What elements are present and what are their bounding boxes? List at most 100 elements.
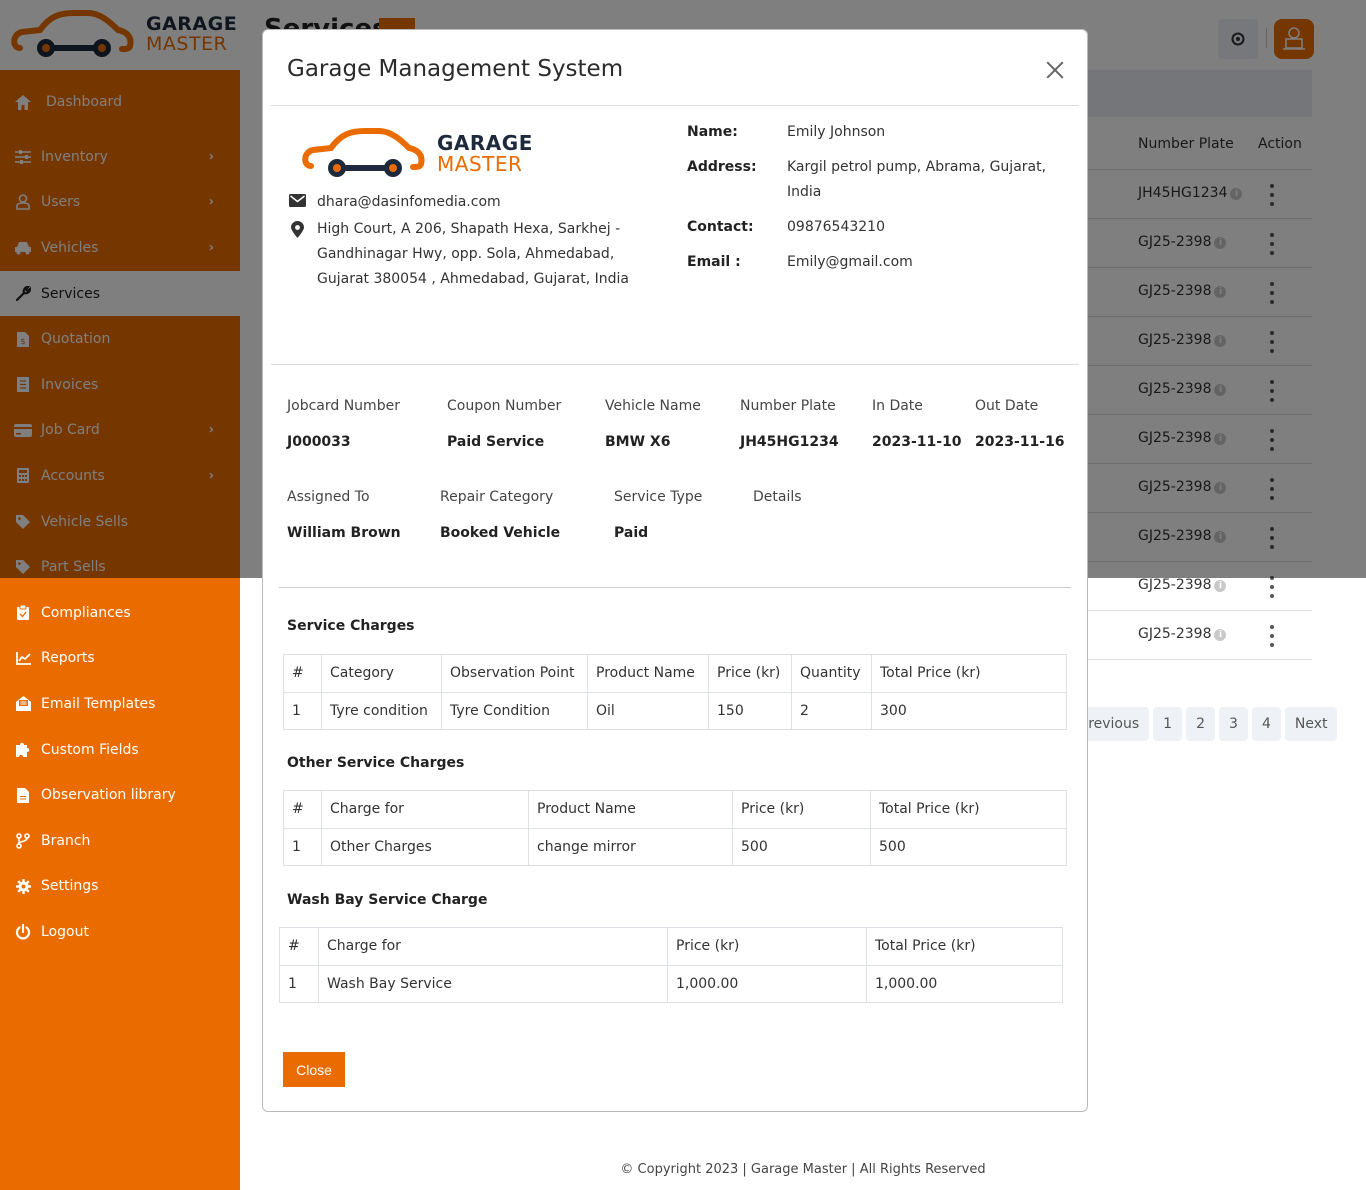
sidebar-item-quotation[interactable]: $ Quotation xyxy=(0,316,240,362)
company-email: dhara@dasinfomedia.com xyxy=(317,194,501,210)
user-avatar[interactable] xyxy=(1274,19,1314,59)
customer-address-row: Address: Kargil petrol pump, Abrama, Guj… xyxy=(687,155,1067,205)
info-icon[interactable]: i xyxy=(1230,188,1243,200)
info-icon[interactable]: i xyxy=(1214,384,1227,396)
info-icon[interactable]: i xyxy=(1214,335,1227,347)
sidebar-item-vehicle-sells[interactable]: Vehicle Sells xyxy=(0,499,240,545)
sidebar-item-label: Email Templates xyxy=(41,695,156,712)
row-actions-button[interactable] xyxy=(1267,380,1277,402)
row-actions-button[interactable] xyxy=(1267,429,1277,451)
receipt-icon xyxy=(14,376,32,394)
wash-bay-title: Wash Bay Service Charge xyxy=(287,892,488,908)
file-icon xyxy=(14,786,32,804)
app-logo[interactable]: GARAGE MASTER xyxy=(0,0,240,70)
row-actions-button[interactable] xyxy=(1267,625,1277,647)
company-address-row: High Court, A 206, Shapath Hexa, Sarkhej… xyxy=(287,217,657,292)
sidebar-item-accounts[interactable]: Accounts › xyxy=(0,453,240,499)
other-charges-title: Other Service Charges xyxy=(287,755,465,771)
sidebar-nav: Dashboard Inventory › Users › Vehicles ›… xyxy=(0,70,240,955)
pagination-next[interactable]: Next xyxy=(1284,707,1338,741)
info-icon[interactable]: i xyxy=(1214,286,1227,298)
info-icon[interactable]: i xyxy=(1214,629,1227,641)
map-marker-icon xyxy=(287,217,307,292)
divider xyxy=(279,587,1071,588)
info-icon[interactable]: i xyxy=(1214,580,1227,592)
sidebar-item-dashboard[interactable]: Dashboard xyxy=(0,70,240,134)
sidebar-item-label: Branch xyxy=(41,832,91,849)
svg-text:$: $ xyxy=(21,337,26,346)
sidebar-item-inventory[interactable]: Inventory › xyxy=(0,134,240,180)
number-plate: GJ25-2398 i xyxy=(1138,381,1227,397)
pagination: Previous 1 2 3 4 Next xyxy=(1070,707,1338,741)
customer-contact: 09876543210 xyxy=(787,219,885,235)
row-actions-button[interactable] xyxy=(1267,331,1277,353)
number-plate: GJ25-2398 i xyxy=(1138,479,1227,495)
row-actions-button[interactable] xyxy=(1267,527,1277,549)
pagination-page-4[interactable]: 4 xyxy=(1251,707,1281,741)
table-row: 1 Wash Bay Service 1,000.00 1,000.00 xyxy=(279,964,1063,1003)
customer-email-label: Email : xyxy=(687,254,741,270)
info-icon[interactable]: i xyxy=(1214,433,1227,445)
info-icon[interactable]: i xyxy=(1214,482,1227,494)
customer-email: Emily@gmail.com xyxy=(787,254,913,270)
gear-icon xyxy=(1231,32,1245,46)
field-number-plate: Number Plate JH45HG1234 xyxy=(740,398,839,450)
pagination-page-3[interactable]: 3 xyxy=(1219,707,1248,741)
field-assigned-to: Assigned To William Brown xyxy=(287,489,401,541)
tag-icon xyxy=(14,513,32,531)
row-actions-button[interactable] xyxy=(1267,282,1277,304)
sidebar-item-part-sells[interactable]: Part Sells xyxy=(0,544,240,590)
sidebar-item-vehicles[interactable]: Vehicles › xyxy=(0,225,240,271)
pagination-page-1[interactable]: 1 xyxy=(1153,707,1183,741)
close-button[interactable]: Close xyxy=(283,1052,345,1087)
field-vehicle-name: Vehicle Name BMW X6 xyxy=(605,398,701,450)
logo-line1: GARAGE xyxy=(146,13,238,36)
close-icon[interactable] xyxy=(1045,60,1065,80)
sidebar-item-settings[interactable]: Settings xyxy=(0,864,240,910)
field-in-date: In Date 2023-11-10 xyxy=(872,398,962,450)
customer-info: Name: Emily Johnson Address: Kargil petr… xyxy=(687,120,1067,285)
sidebar-item-custom-fields[interactable]: Custom Fields xyxy=(0,727,240,773)
sidebar-item-label: Services xyxy=(41,285,101,302)
sidebar-item-observation-library[interactable]: Observation library xyxy=(0,772,240,818)
customer-name: Emily Johnson xyxy=(787,124,886,140)
sidebar-item-label: Reports xyxy=(41,650,95,667)
sidebar-item-reports[interactable]: Reports xyxy=(0,636,240,682)
sidebar-item-label: Invoices xyxy=(41,376,99,393)
sidebar-item-compliances[interactable]: Compliances xyxy=(0,590,240,636)
sidebar-item-label: Vehicle Sells xyxy=(41,513,129,530)
pagination-page-2[interactable]: 2 xyxy=(1186,707,1216,741)
row-actions-button[interactable] xyxy=(1267,576,1277,598)
customer-address-label: Address: xyxy=(687,159,757,175)
envelope-open-icon xyxy=(14,695,32,713)
logo-line2: MASTER xyxy=(437,152,523,176)
table-row: 1 Other Charges change mirror 500 500 xyxy=(283,827,1067,866)
row-actions-button[interactable] xyxy=(1267,233,1277,255)
info-icon[interactable]: i xyxy=(1214,531,1227,543)
chevron-right-icon: › xyxy=(208,194,214,210)
sidebar-item-email-templates[interactable]: Email Templates xyxy=(0,681,240,727)
gear-icon xyxy=(14,877,32,895)
customer-contact-label: Contact: xyxy=(687,219,754,235)
sidebar-item-label: Users xyxy=(41,194,81,211)
field-coupon-number: Coupon Number Paid Service xyxy=(447,398,562,450)
field-service-type: Service Type Paid xyxy=(614,489,703,541)
company-info: GARAGE MASTER dhara@dasinfomedia.com Hig… xyxy=(287,126,657,292)
row-actions-button[interactable] xyxy=(1267,184,1277,206)
sidebar-item-logout[interactable]: Logout xyxy=(0,909,240,955)
sidebar-item-services[interactable]: Services xyxy=(0,270,240,317)
logo-line2: MASTER xyxy=(146,33,228,55)
header-divider xyxy=(1266,28,1267,48)
table-row: 1 Tyre condition Tyre Condition Oil 150 … xyxy=(283,691,1067,730)
sidebar-item-branch[interactable]: Branch xyxy=(0,818,240,864)
chevron-right-icon: › xyxy=(208,240,214,256)
row-actions-button[interactable] xyxy=(1267,478,1277,500)
car-wrench-logo-icon xyxy=(11,10,134,57)
table-header-row: # Charge for Product Name Price (kr) Tot… xyxy=(283,790,1067,829)
settings-button[interactable] xyxy=(1218,19,1258,59)
tag-icon xyxy=(14,558,32,576)
sidebar-item-job-card[interactable]: Job Card › xyxy=(0,408,240,454)
sidebar-item-invoices[interactable]: Invoices xyxy=(0,362,240,408)
info-icon[interactable]: i xyxy=(1214,237,1227,249)
sidebar-item-users[interactable]: Users › xyxy=(0,180,240,226)
